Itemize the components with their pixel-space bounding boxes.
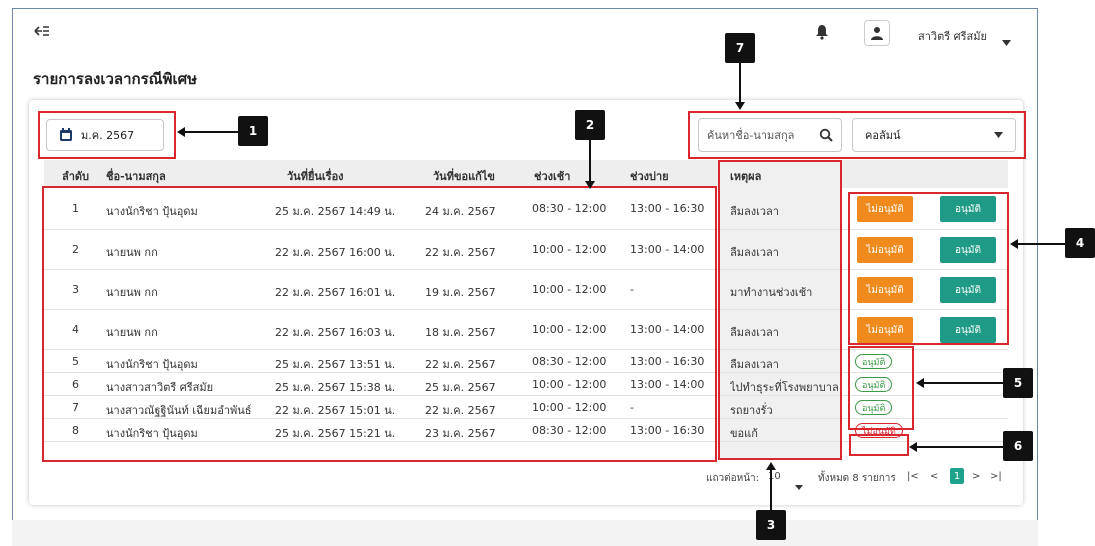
col-header-name: ชื่อ-นามสกุล: [106, 170, 166, 183]
screenshot-root: สาวิตรี ศรีสมัย รายการลงเวลากรณีพิเศษ ม.…: [0, 0, 1095, 546]
callout-7: 7: [725, 33, 755, 63]
callout-2: 2: [575, 110, 605, 140]
user-menu-caret-icon[interactable]: [1002, 31, 1011, 50]
callout-7-arrowhead: [735, 102, 745, 110]
user-name[interactable]: สาวิตรี ศรีสมัย: [918, 27, 987, 45]
callout-4: 4: [1065, 228, 1095, 258]
sidebar-collapse-icon[interactable]: [34, 24, 50, 42]
col-header-edit-date: วันที่ขอแก้ไข: [433, 170, 495, 183]
highlight-box-5: [848, 346, 914, 430]
col-header-morning: ช่วงเช้า: [534, 170, 571, 183]
bell-icon[interactable]: [815, 24, 829, 44]
col-header-no: ลำดับ: [62, 170, 90, 183]
highlight-box-7: [688, 111, 1026, 159]
callout-3-arrowhead: [766, 462, 776, 470]
rows-per-page-label: แถวต่อหน้า:: [706, 473, 760, 484]
col-header-submitted: วันที่ยื่นเรื่อง: [287, 170, 344, 183]
callout-5-line: [923, 382, 1003, 384]
first-page-icon[interactable]: |<: [907, 471, 919, 482]
rows-per-page-caret-icon[interactable]: [795, 475, 803, 494]
page-bottom-area: [12, 520, 1038, 546]
callout-6-line: [916, 446, 1003, 448]
page-button-current[interactable]: 1: [950, 468, 964, 484]
page-title: รายการลงเวลากรณีพิเศษ: [33, 70, 197, 88]
last-page-icon[interactable]: >|: [990, 471, 1002, 482]
highlight-box-6: [849, 434, 909, 456]
highlight-box-4: [848, 192, 1009, 345]
callout-2-line: [589, 140, 591, 182]
callout-4-line: [1017, 243, 1067, 245]
total-records: ทั้งหมด 8 รายการ: [818, 473, 896, 484]
next-page-icon[interactable]: >: [972, 471, 980, 482]
highlight-box-2: [42, 186, 717, 462]
callout-1-line: [184, 131, 238, 133]
highlight-box-3: [718, 160, 842, 460]
callout-3: 3: [756, 510, 786, 540]
col-header-afternoon: ช่วงบ่าย: [630, 170, 669, 183]
prev-page-icon[interactable]: <: [930, 471, 938, 482]
callout-5: 5: [1003, 368, 1033, 398]
callout-6: 6: [1003, 431, 1033, 461]
callout-7-line: [739, 63, 741, 103]
user-icon[interactable]: [864, 20, 890, 46]
callout-2-arrowhead: [585, 181, 595, 189]
highlight-box-1: [38, 111, 176, 159]
callout-3-line: [770, 470, 772, 510]
table-header: [44, 160, 1008, 188]
callout-1: 1: [238, 116, 268, 146]
